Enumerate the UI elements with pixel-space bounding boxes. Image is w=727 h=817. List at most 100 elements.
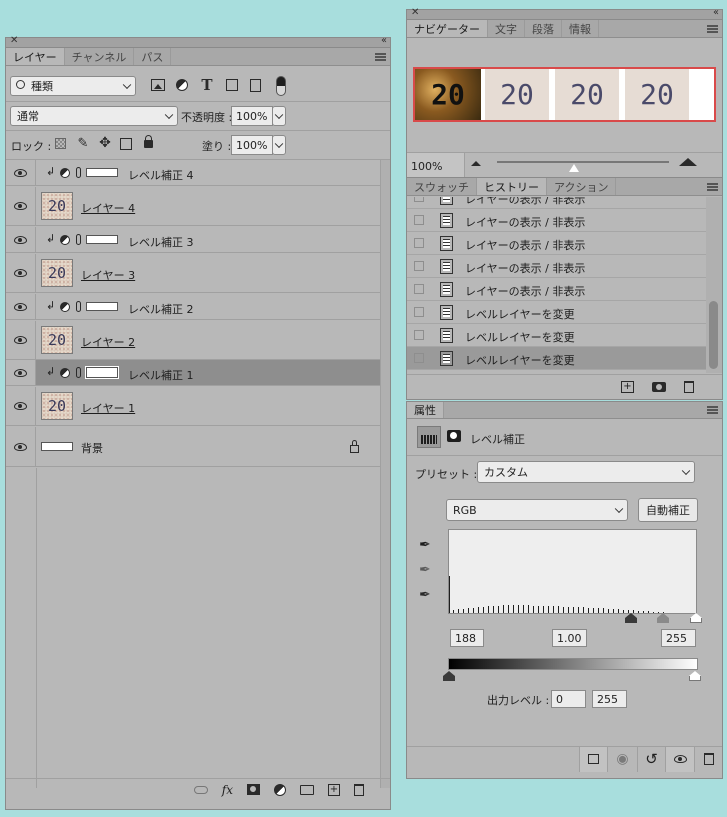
collapse-icon[interactable]: ‹‹ [381,35,387,46]
reset-icon[interactable]: ↺ [637,746,665,772]
history-scrollbar[interactable] [706,197,722,373]
close-icon[interactable]: ✕ [411,7,419,18]
tab-swatches[interactable]: スウォッチ [407,178,477,195]
preset-select[interactable]: カスタム [477,461,695,483]
adjustment-icon[interactable] [274,783,286,796]
visibility-toggle[interactable] [6,294,36,319]
opacity-dropdown[interactable] [272,106,286,126]
fill-dropdown[interactable] [272,135,286,155]
lock-artboard-icon[interactable] [120,138,132,150]
input-black-slider[interactable] [625,613,637,623]
layers-scrollbar[interactable] [380,160,390,788]
filter-toggle-icon[interactable] [276,76,286,96]
layer-row-3[interactable]: 20 レイヤー 3 [6,254,381,293]
collapse-icon[interactable]: ‹‹ [713,7,719,18]
snapshot-checkbox[interactable] [414,238,424,248]
channel-select[interactable]: RGB [446,499,628,521]
history-item[interactable]: レイヤーの表示 / 非表示 [407,209,707,232]
layer-row-2[interactable]: 20 レイヤー 2 [6,321,381,360]
layer-name[interactable]: レイヤー 1 [81,400,135,416]
input-black-field[interactable]: 188 [450,629,484,647]
layer-row-1[interactable]: 20 レイヤー 1 [6,387,381,426]
history-item[interactable]: レベルレイヤーを変更 [407,301,707,324]
new-layer-icon[interactable]: + [328,783,340,796]
new-document-from-state-icon[interactable]: + [621,380,634,393]
lock-move-icon[interactable]: ✥ [97,135,113,151]
levels-icon[interactable] [417,426,441,448]
close-icon[interactable]: ✕ [10,35,18,46]
history-item[interactable]: レイヤーの表示 / 非表示 [407,232,707,255]
output-white-field[interactable]: 255 [592,690,627,708]
panel-menu-icon[interactable] [375,52,386,61]
white-point-eyedropper-icon[interactable]: ✒ [419,587,435,603]
layer-thumbnail[interactable]: 20 [41,392,73,420]
tab-navigator[interactable]: ナビゲーター [407,20,488,37]
layer-thumbnail[interactable]: 20 [41,192,73,220]
tab-channels[interactable]: チャンネル [65,48,135,65]
layer-row-background[interactable]: 背景 [6,427,381,467]
folder-icon[interactable] [300,784,314,795]
layer-row-levels-1[interactable]: ↲ レベル補正 1 [6,360,381,386]
panel-menu-icon[interactable] [707,182,718,191]
layer-name[interactable]: レベル補正 3 [128,234,194,250]
camera-icon[interactable] [652,381,666,392]
layer-name[interactable]: レベル補正 4 [128,167,194,183]
visibility-toggle[interactable] [6,387,36,425]
view-previous-state-icon[interactable]: ◉ [607,746,637,772]
layer-row-levels-3[interactable]: ↲ レベル補正 3 [6,227,381,253]
mask-icon[interactable] [447,430,461,442]
history-item-selected[interactable]: レベルレイヤーを変更 [407,347,707,370]
tab-info[interactable]: 情報 [562,20,599,37]
layer-name[interactable]: レベル補正 1 [128,367,194,383]
link-icon[interactable] [193,785,208,794]
history-item[interactable]: レベルレイヤーを変更 [407,324,707,347]
zoom-field[interactable]: 100% [407,153,465,179]
lock-transparent-icon[interactable] [55,138,66,149]
zoom-slider[interactable] [497,161,669,172]
layer-thumbnail[interactable]: 20 [41,259,73,287]
history-scroll-thumb[interactable] [709,301,718,369]
tab-layers[interactable]: レイヤー [6,48,65,65]
output-black-slider[interactable] [443,671,455,681]
layer-name[interactable]: レイヤー 4 [81,200,135,216]
visibility-toggle[interactable] [6,321,36,359]
gray-point-eyedropper-icon[interactable]: ✒ [419,562,435,578]
black-point-eyedropper-icon[interactable]: ✒ [419,537,435,553]
layer-row-4[interactable]: 20 レイヤー 4 [6,187,381,226]
opacity-field[interactable]: 100% [231,106,273,126]
layer-row-levels-2[interactable]: ↲ レベル補正 2 [6,294,381,320]
type-filter-icon[interactable]: T [199,76,215,94]
history-item[interactable]: レイヤーの表示 / 非表示 [407,197,707,209]
snapshot-checkbox[interactable] [414,330,424,340]
layer-mask-thumbnail[interactable] [86,235,118,244]
smart-object-filter-icon[interactable] [250,79,261,92]
fx-icon[interactable]: fx [222,783,233,797]
layer-mask-thumbnail[interactable] [86,168,118,177]
visibility-toggle[interactable] [6,227,36,252]
input-white-slider[interactable] [690,613,702,623]
fill-field[interactable]: 100% [231,135,273,155]
tab-history[interactable]: ヒストリー [477,178,547,195]
visibility-toggle[interactable] [6,360,36,385]
output-black-field[interactable]: 0 [551,690,586,708]
tab-paths[interactable]: パス [134,48,172,65]
tab-properties[interactable]: 属性 [407,402,444,418]
layer-thumbnail[interactable] [41,442,73,451]
tab-actions[interactable]: アクション [547,178,617,195]
clip-to-layer-icon[interactable] [579,746,607,772]
filter-kind-select[interactable]: 種類 [10,76,136,96]
tab-paragraph[interactable]: 段落 [525,20,562,37]
lock-all-icon[interactable] [144,135,153,148]
layer-thumbnail[interactable]: 20 [41,326,73,354]
shape-filter-icon[interactable] [226,79,238,91]
lock-brush-icon[interactable]: ✎ [76,135,90,151]
visibility-toggle[interactable] [6,187,36,225]
layer-mask-thumbnail[interactable] [85,366,119,379]
visibility-toggle[interactable] [6,254,36,292]
trash-icon[interactable] [694,746,722,772]
snapshot-checkbox[interactable] [414,215,424,225]
zoom-slider-thumb[interactable] [569,164,580,172]
trash-icon[interactable] [684,380,694,393]
output-white-slider[interactable] [689,671,701,681]
mask-icon[interactable] [247,784,260,795]
